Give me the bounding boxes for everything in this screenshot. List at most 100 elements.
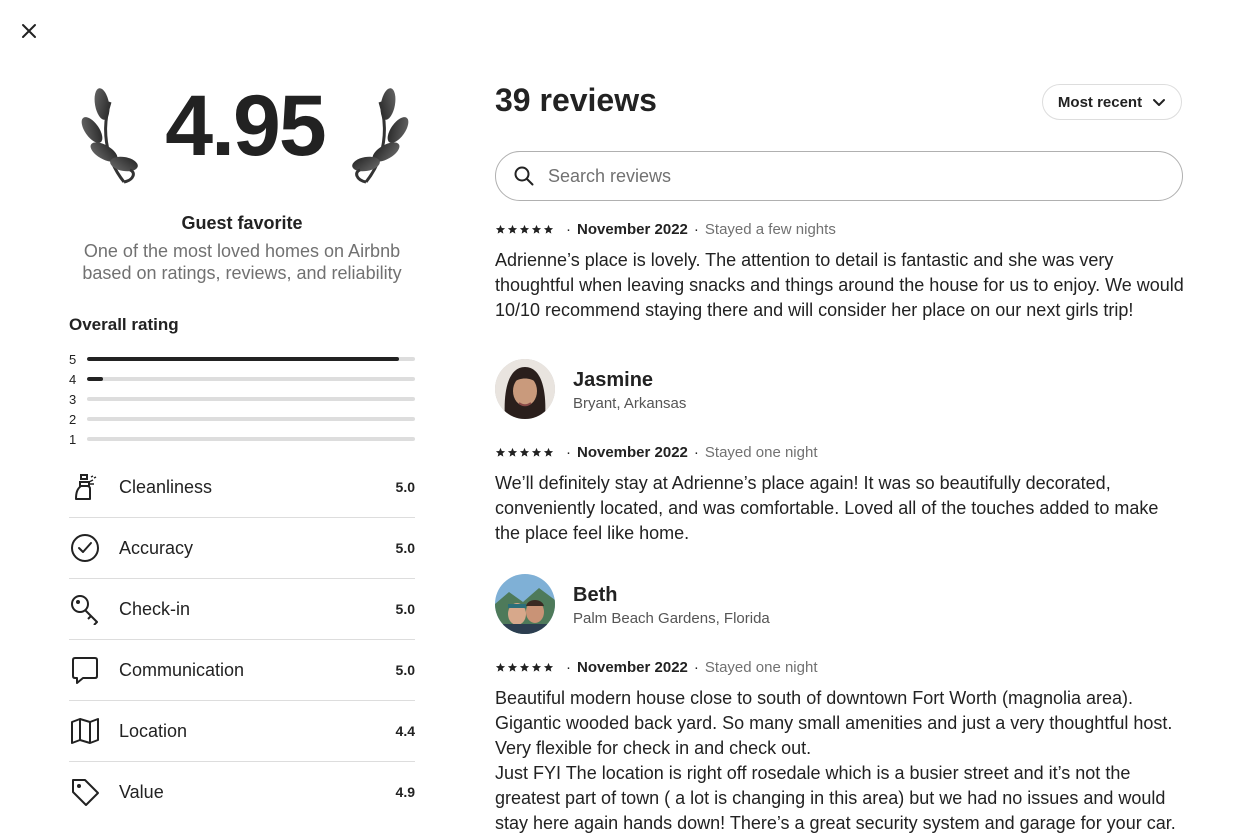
star-icon	[543, 662, 554, 672]
star-icon	[531, 662, 542, 672]
review-date: November 2022	[577, 658, 688, 676]
distribution-bar-track	[87, 377, 415, 381]
distribution-star-label: 5	[69, 351, 77, 367]
key-icon	[69, 593, 101, 625]
category-row-accuracy: Accuracy 5.0	[69, 518, 415, 579]
review-author: Beth Palm Beach Gardens, Florida	[495, 574, 1185, 634]
star-icon	[543, 447, 554, 457]
category-label: Value	[119, 781, 164, 802]
category-label: Accuracy	[119, 537, 194, 558]
star-icon	[507, 662, 518, 672]
distribution-row: 2	[69, 409, 415, 429]
avatar-image	[495, 359, 555, 419]
review-author-name: Beth	[573, 583, 618, 606]
category-score: 5.0	[395, 540, 415, 556]
close-button[interactable]	[14, 16, 44, 46]
separator-dot: ·	[693, 658, 699, 676]
category-row-value: Value 4.9	[69, 762, 415, 822]
star-icon	[495, 662, 506, 672]
category-ratings: Cleanliness 5.0 Accuracy 5.0 Check-in 5.0 Comm…	[69, 457, 415, 822]
review-author: Jasmine Bryant, Arkansas	[495, 359, 1185, 419]
star-icon	[507, 224, 518, 234]
category-row-location: Location 4.4	[69, 701, 415, 762]
review-stay-length: Stayed one night	[704, 443, 818, 461]
search-input[interactable]	[546, 164, 1150, 188]
category-row-check-in: Check-in 5.0	[69, 579, 415, 640]
distribution-row: 5	[69, 349, 415, 369]
review-author-location: Bryant, Arkansas	[573, 394, 687, 412]
review-date: November 2022	[577, 220, 688, 238]
star-icon	[531, 224, 542, 234]
category-label: Cleanliness	[119, 476, 213, 497]
avatar[interactable]	[495, 359, 555, 419]
category-row-communication: Communication 5.0	[69, 640, 415, 701]
review-author-location: Palm Beach Gardens, Florida	[573, 609, 770, 627]
review-stay-length: Stayed one night	[704, 658, 818, 676]
review-text: We’ll definitely stay at Adrienne’s plac…	[495, 473, 1159, 543]
separator-dot: ·	[566, 220, 571, 238]
category-row-cleanliness: Cleanliness 5.0	[69, 457, 415, 518]
overall-rating-title: Overall rating	[69, 315, 179, 334]
star-icon	[531, 447, 542, 457]
tag-icon	[69, 776, 101, 808]
star-icon	[519, 662, 530, 672]
star-icon	[543, 224, 554, 234]
review-item: Jasmine Bryant, Arkansas · November 2022…	[495, 359, 1185, 546]
sort-label: Most recent	[1057, 93, 1143, 111]
review-stars	[495, 224, 554, 235]
sort-dropdown[interactable]: Most recent	[1042, 84, 1182, 120]
distribution-bar-track	[87, 397, 415, 401]
star-icon	[495, 224, 506, 234]
search-icon	[514, 166, 534, 186]
category-label: Check-in	[119, 598, 191, 619]
distribution-row: 1	[69, 429, 415, 449]
review-stars	[495, 447, 554, 458]
review-text: Adrienne’s place is lovely. The attentio…	[495, 250, 1184, 320]
star-icon	[519, 447, 530, 457]
review-author-name: Jasmine	[573, 368, 654, 391]
category-score: 5.0	[395, 601, 415, 617]
distribution-bar-track	[87, 357, 415, 361]
distribution-row: 4	[69, 369, 415, 389]
review-item: Beth Palm Beach Gardens, Florida · Novem…	[495, 574, 1185, 836]
distribution-star-label: 1	[69, 431, 77, 447]
review-item: · November 2022 · Stayed a few nights Ad…	[495, 220, 1185, 323]
guest-favorite-description: One of the most loved homes on Airbnb ba…	[82, 241, 402, 283]
separator-dot: ·	[693, 443, 699, 461]
category-label: Location	[119, 720, 188, 741]
distribution-bar-fill	[87, 357, 399, 361]
distribution-row: 3	[69, 389, 415, 409]
star-icon	[519, 224, 530, 234]
star-icon	[507, 447, 518, 457]
distribution-star-label: 4	[69, 371, 77, 387]
chevron-down-icon	[1153, 99, 1166, 106]
laurel-right-icon	[352, 88, 409, 184]
separator-dot: ·	[566, 443, 571, 461]
category-score: 5.0	[395, 479, 415, 495]
review-stars	[495, 662, 554, 673]
review-text: Beautiful modern house close to south of…	[495, 688, 1176, 833]
review-meta: · November 2022 · Stayed a few nights	[495, 220, 1185, 238]
map-icon	[69, 715, 101, 747]
distribution-bar-track	[87, 417, 415, 421]
category-score: 4.4	[395, 723, 415, 739]
rating-hero: 4.95	[80, 78, 410, 198]
review-meta: · November 2022 · Stayed one night	[495, 658, 1185, 676]
distribution-bar-fill	[87, 377, 104, 381]
review-date: November 2022	[577, 443, 688, 461]
avatar[interactable]	[495, 574, 555, 634]
category-score: 4.9	[395, 784, 415, 800]
star-icon	[495, 447, 506, 457]
avatar-image	[495, 574, 555, 634]
category-label: Communication	[119, 659, 245, 680]
review-meta: · November 2022 · Stayed one night	[495, 443, 1185, 461]
distribution-bar-track	[87, 437, 415, 441]
chat-bubble-icon	[69, 654, 101, 686]
close-icon	[22, 24, 36, 38]
category-score: 5.0	[395, 662, 415, 678]
search-reviews-box[interactable]	[495, 151, 1183, 201]
rating-distribution: 5 4 3 2 1	[69, 349, 415, 449]
reviews-count-heading: 39 reviews	[495, 82, 657, 118]
review-stay-length: Stayed a few nights	[704, 220, 836, 238]
separator-dot: ·	[566, 658, 571, 676]
